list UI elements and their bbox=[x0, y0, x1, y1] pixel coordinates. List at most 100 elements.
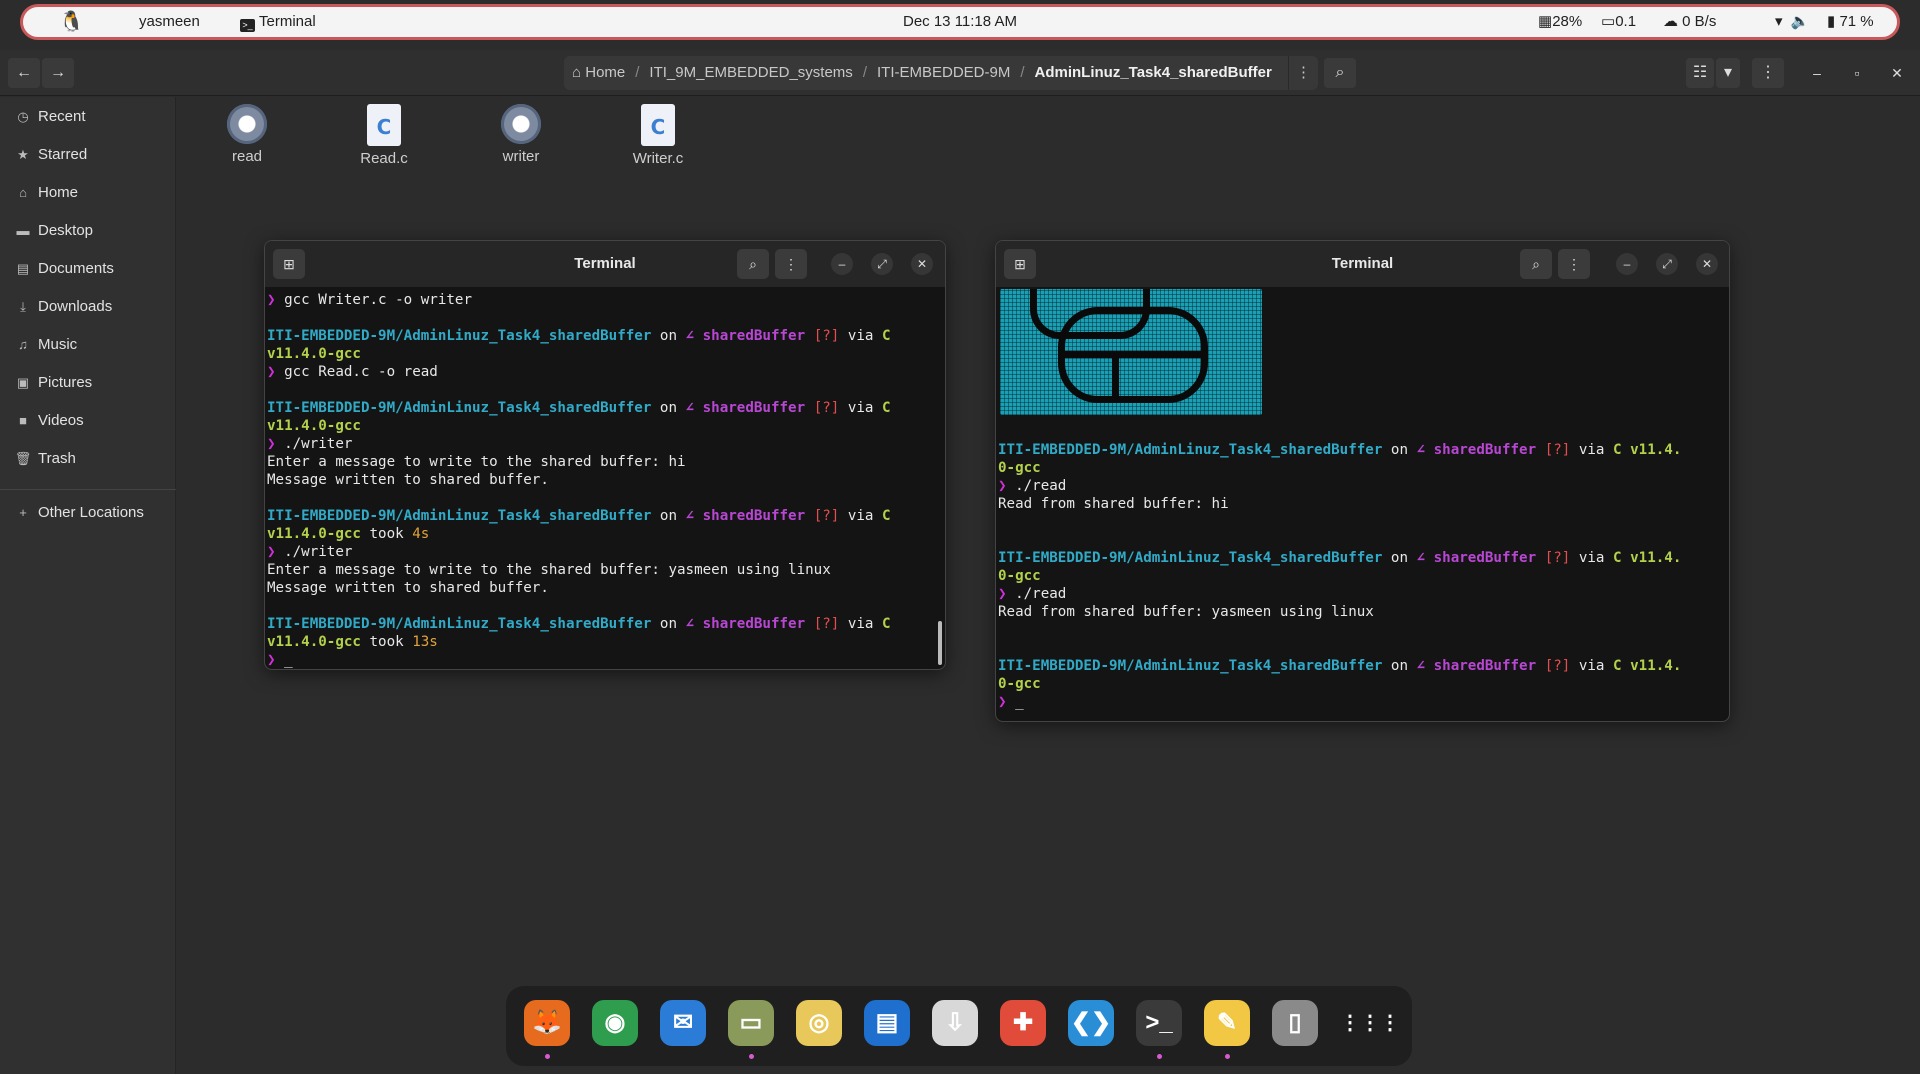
chrome-icon[interactable]: ◉ bbox=[592, 1000, 638, 1046]
trash-icon[interactable]: ▯ bbox=[1272, 1000, 1318, 1046]
files-icon[interactable]: ▭ bbox=[728, 1000, 774, 1046]
desktop-icon: ▬ bbox=[16, 223, 30, 238]
terminal-line: ❯ gcc Writer.c -o writer bbox=[267, 291, 933, 309]
terminal-output-area[interactable]: ITI-EMBEDDED-9M/AdminLinuz_Task4_sharedB… bbox=[998, 289, 1717, 721]
sidebar-item-other-locations[interactable]: + Other Locations bbox=[0, 497, 176, 529]
terminal-icon: >_ bbox=[240, 19, 255, 32]
git-branch: ∠ sharedBuffer bbox=[1416, 442, 1537, 458]
file-item[interactable]: read bbox=[197, 104, 297, 165]
places-sidebar: ◷ Recent ★ Starred ⌂ Home ▬ Desktop ▤ Documen… bbox=[0, 97, 176, 1074]
sidebar-item-pictures[interactable]: ▣ Pictures bbox=[0, 367, 176, 399]
git-branch: ∠ sharedBuffer bbox=[1416, 658, 1537, 674]
battery-indicator[interactable]: ▮ 71 % bbox=[1827, 7, 1874, 37]
prompt-path: ITI-EMBEDDED-9M/AdminLinuz_Task4_sharedB… bbox=[998, 550, 1383, 566]
took-label: took bbox=[360, 526, 413, 542]
cpu-indicator[interactable]: ▦28% bbox=[1538, 7, 1582, 37]
rhythmbox-icon[interactable]: ◎ bbox=[796, 1000, 842, 1046]
close-icon[interactable]: ✕ bbox=[911, 253, 933, 275]
sidebar-item-home[interactable]: ⌂ Home bbox=[0, 177, 176, 209]
command-text: ./read bbox=[1015, 586, 1067, 602]
view-list-icon[interactable]: ☷ bbox=[1686, 58, 1714, 88]
menu-icon[interactable]: ⋮ bbox=[1558, 249, 1590, 279]
battery-value: 71 % bbox=[1839, 13, 1874, 30]
file-item[interactable]: C Read.c bbox=[334, 104, 434, 167]
output-text: Read from shared buffer: hi bbox=[998, 496, 1229, 512]
vscode-icon[interactable]: ❮❯ bbox=[1068, 1000, 1114, 1046]
sidebar-divider bbox=[0, 489, 176, 490]
forward-button[interactable]: → bbox=[42, 58, 74, 88]
command-text: gcc Read.c -o read bbox=[284, 364, 438, 380]
focused-app-label: Terminal bbox=[259, 13, 316, 30]
terminal-scrollbar[interactable] bbox=[938, 621, 942, 665]
terminal-line: ❯ ./read bbox=[998, 585, 1717, 603]
terminal-window-reader[interactable]: ⊞ Terminal ⌕ ⋮ – ⤢ ✕ ITI-EMBEDDED-9M/Adm… bbox=[995, 240, 1730, 722]
help-icon[interactable]: ✚ bbox=[1000, 1000, 1046, 1046]
command-text: gcc Writer.c -o writer bbox=[284, 292, 473, 308]
maximize-icon[interactable]: ▫ bbox=[1842, 58, 1872, 88]
breadcrumb: ⌂ Home / ITI_9M_EMBEDDED_systems / ITI-EMBED… bbox=[564, 56, 1318, 90]
prompt-on: on bbox=[651, 400, 686, 416]
clock[interactable]: Dec 13 11:18 AM bbox=[903, 7, 1017, 37]
focused-app[interactable]: >_ Terminal bbox=[240, 7, 316, 37]
terminal-line: Read from shared buffer: yasmeen using l… bbox=[998, 603, 1717, 621]
username-label[interactable]: yasmeen bbox=[139, 7, 200, 37]
close-icon[interactable]: ✕ bbox=[1882, 58, 1912, 88]
writer-icon[interactable]: ▤ bbox=[864, 1000, 910, 1046]
firefox-icon[interactable]: 🦊 bbox=[524, 1000, 570, 1046]
back-button[interactable]: ← bbox=[8, 58, 40, 88]
main-menu-icon[interactable]: ⋮ bbox=[1752, 58, 1784, 88]
prompt-path: ITI-EMBEDDED-9M/AdminLinuz_Task4_sharedB… bbox=[267, 328, 652, 344]
load-indicator[interactable]: ▭0.1 bbox=[1601, 7, 1636, 37]
terminal-line: Enter a message to write to the shared b… bbox=[267, 453, 933, 471]
prompt-path: ITI-EMBEDDED-9M/AdminLinuz_Task4_sharedB… bbox=[267, 400, 652, 416]
path-menu-icon[interactable]: ⋮ bbox=[1288, 56, 1318, 90]
sidebar-item-desktop[interactable]: ▬ Desktop bbox=[0, 215, 176, 247]
prompt-arrow-icon: ❯ bbox=[267, 544, 285, 560]
minimize-icon[interactable]: – bbox=[1802, 58, 1832, 88]
breadcrumb-iti-systems[interactable]: ITI_9M_EMBEDDED_systems bbox=[649, 64, 852, 81]
sidebar-item-downloads[interactable]: ⤓ Downloads bbox=[0, 291, 176, 323]
search-button[interactable]: ⌕ bbox=[1324, 58, 1356, 88]
activities-tux-icon[interactable]: 🐧 bbox=[59, 7, 84, 37]
sidebar-item-recent[interactable]: ◷ Recent bbox=[0, 101, 176, 133]
minimize-icon[interactable]: – bbox=[831, 253, 853, 275]
terminal-headerbar: ⊞ Terminal ⌕ ⋮ – ⤢ ✕ bbox=[265, 241, 945, 287]
git-status: [?] bbox=[1544, 442, 1571, 458]
minimize-icon[interactable]: – bbox=[1616, 253, 1638, 275]
breadcrumb-iti-embedded[interactable]: ITI-EMBEDDED-9M bbox=[877, 64, 1010, 81]
terminal-output[interactable]: ❯ gcc Writer.c -o writer ITI-EMBEDDED-9M/… bbox=[267, 291, 933, 669]
network-speed-indicator[interactable]: ☁ 0 B/s bbox=[1663, 7, 1716, 37]
prompt-path: ITI-EMBEDDED-9M/AdminLinuz_Task4_sharedB… bbox=[998, 442, 1383, 458]
search-icon[interactable]: ⌕ bbox=[1520, 249, 1552, 279]
system-tray[interactable]: ▾ 🔈 bbox=[1775, 7, 1810, 37]
sidebar-item-starred[interactable]: ★ Starred bbox=[0, 139, 176, 171]
sidebar-item-music[interactable]: ♫ Music bbox=[0, 329, 176, 361]
sidebar-item-label: Trash bbox=[38, 450, 76, 467]
search-icon[interactable]: ⌕ bbox=[737, 249, 769, 279]
file-item[interactable]: C Writer.c bbox=[608, 104, 708, 167]
language-version: C bbox=[882, 400, 891, 416]
close-icon[interactable]: ✕ bbox=[1696, 253, 1718, 275]
sidebar-item-videos[interactable]: ■ Videos bbox=[0, 405, 176, 437]
breadcrumb-home[interactable]: Home bbox=[585, 64, 625, 81]
terminal-output[interactable]: ITI-EMBEDDED-9M/AdminLinuz_Task4_sharedB… bbox=[998, 423, 1717, 711]
sidebar-item-trash[interactable]: 🗑 Trash bbox=[0, 443, 176, 475]
sidebar-item-documents[interactable]: ▤ Documents bbox=[0, 253, 176, 285]
breadcrumb-current[interactable]: AdminLinuz_Task4_sharedBuffer bbox=[1035, 64, 1272, 81]
thunderbird-icon[interactable]: ✉ bbox=[660, 1000, 706, 1046]
software-icon[interactable]: ⇩ bbox=[932, 1000, 978, 1046]
menu-icon[interactable]: ⋮ bbox=[775, 249, 807, 279]
terminal-window-writer[interactable]: ⊞ Terminal ⌕ ⋮ – ⤢ ✕ ❯ gcc Writer.c -o w… bbox=[264, 240, 946, 670]
app-grid-icon[interactable]: ⋮⋮⋮ bbox=[1340, 1000, 1400, 1046]
file-item[interactable]: writer bbox=[471, 104, 571, 165]
view-options-icon[interactable]: ▾ bbox=[1716, 58, 1740, 88]
terminal-icon[interactable]: >_ bbox=[1136, 1000, 1182, 1046]
text-editor-icon[interactable]: ✎ bbox=[1204, 1000, 1250, 1046]
maximize-icon[interactable]: ⤢ bbox=[1656, 253, 1678, 275]
terminal-line: ITI-EMBEDDED-9M/AdminLinuz_Task4_sharedB… bbox=[998, 549, 1717, 567]
prompt-path: ITI-EMBEDDED-9M/AdminLinuz_Task4_sharedB… bbox=[267, 508, 652, 524]
language-version: 0-gcc bbox=[998, 460, 1041, 476]
maximize-icon[interactable]: ⤢ bbox=[871, 253, 893, 275]
